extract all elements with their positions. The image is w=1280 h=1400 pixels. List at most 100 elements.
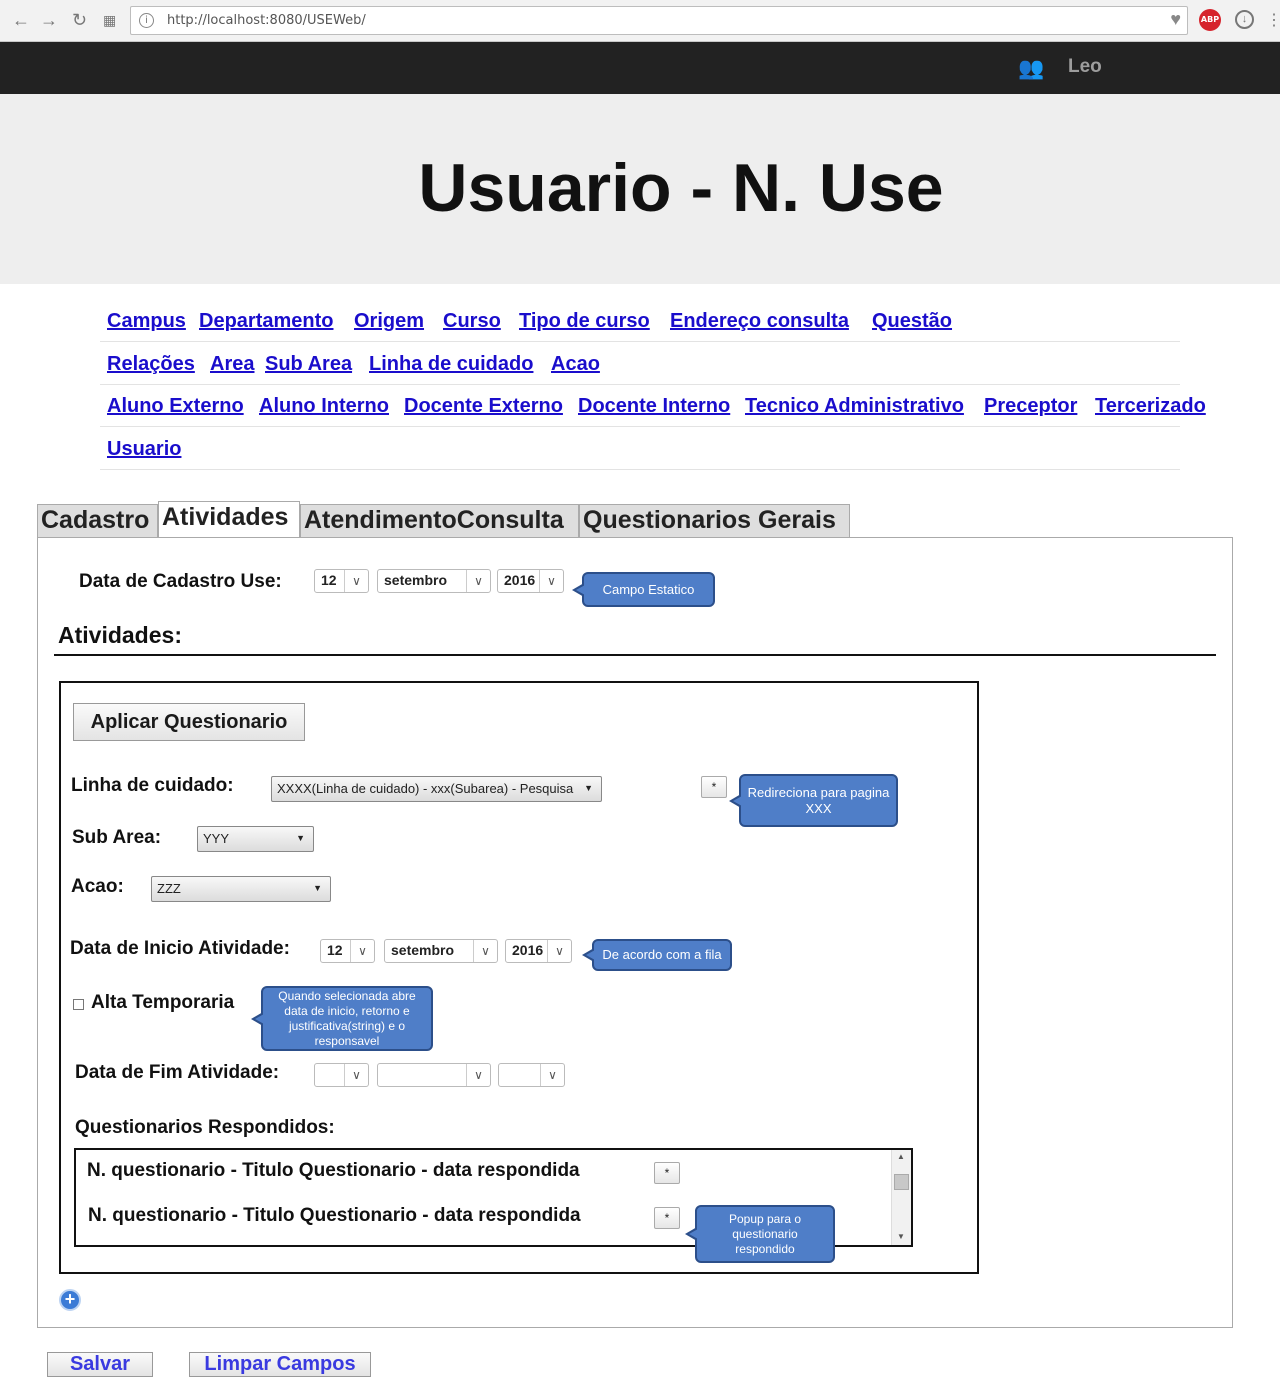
data-cadastro-day-select[interactable]: 12 ∨ (314, 569, 369, 593)
nav-link-tipo-de-curso[interactable]: Tipo de curso (519, 310, 650, 333)
callout-fila: De acordo com a fila (582, 939, 732, 971)
data-fim-month-select[interactable]: ∨ (377, 1063, 491, 1087)
data-cadastro-label: Data de Cadastro Use: (79, 571, 282, 592)
dropdown-arrow-icon: ▼ (584, 783, 593, 793)
nav-link-endereco-consulta[interactable]: Endereço consulta (670, 310, 849, 333)
chevron-down-icon: ∨ (466, 1064, 490, 1086)
data-cadastro-year-select[interactable]: 2016 ∨ (497, 569, 564, 593)
tab-atendimento-consulta[interactable]: AtendimentoConsulta (300, 504, 579, 538)
nav-link-tercerizado[interactable]: Tercerizado (1095, 395, 1206, 418)
alta-temporaria-label: Alta Temporaria (91, 992, 235, 1013)
chevron-down-icon: ∨ (466, 570, 490, 592)
callout-redireciona: Redireciona para pagina XXX (729, 774, 898, 827)
nav-link-docente-interno[interactable]: Docente Interno (578, 395, 730, 418)
nav-link-questao[interactable]: Questão (872, 310, 952, 333)
subarea-select[interactable]: YYY ▼ (197, 826, 314, 852)
adblock-icon[interactable]: ABP (1199, 9, 1221, 31)
nav-link-origem[interactable]: Origem (354, 310, 424, 333)
chevron-down-icon: ∨ (350, 940, 374, 962)
url-text: http://localhost:8080/USEWeb/ (167, 13, 366, 28)
chevron-down-icon: ∨ (473, 940, 497, 962)
section-title-atividades: Atividades: (58, 622, 182, 648)
linha-cuidado-select[interactable]: XXXX(Linha de cuidado) - xxx(Subarea) - … (271, 776, 602, 802)
alta-temporaria-checkbox[interactable] (73, 999, 84, 1010)
nav-link-docente-externo[interactable]: Docente Externo (404, 395, 563, 418)
apps-grid-icon[interactable]: ▦ (103, 10, 116, 30)
questionarios-list: N. questionario - Titulo Questionario - … (74, 1148, 913, 1263)
nav-link-relacoes[interactable]: Relações (107, 353, 195, 376)
nav-link-area[interactable]: Area (210, 353, 254, 376)
download-icon[interactable]: ↓ (1235, 10, 1254, 29)
questionario-popup-button[interactable]: * (654, 1207, 680, 1229)
chevron-down-icon: ∨ (539, 570, 563, 592)
acao-select[interactable]: ZZZ ▼ (151, 876, 331, 902)
nav-link-linha-de-cuidado[interactable]: Linha de cuidado (369, 353, 533, 376)
back-arrow-icon[interactable]: ← (12, 10, 30, 30)
data-fim-label: Data de Fim Atividade: (75, 1062, 280, 1083)
dropdown-arrow-icon: ▼ (313, 883, 322, 893)
dropdown-arrow-icon: ▼ (296, 833, 305, 843)
chevron-down-icon: ∨ (344, 570, 368, 592)
data-inicio-year-select[interactable]: 2016 ∨ (505, 939, 572, 963)
callout-popup: Popup para o questionario respondido (685, 1205, 835, 1263)
linha-redirect-button[interactable]: * (701, 776, 727, 798)
section-divider (54, 654, 1216, 656)
menu-icon[interactable]: ⋮ (1266, 10, 1280, 30)
callout-alta-temporaria: Quando selecionada abre data de inicio, … (251, 986, 433, 1051)
page-header: Usuario - N. Use (0, 94, 1280, 284)
data-fim-day-select[interactable]: ∨ (314, 1063, 369, 1087)
tab-atividades[interactable]: Atividades (158, 501, 300, 538)
forward-arrow-icon[interactable]: → (40, 10, 58, 30)
tab-cadastro[interactable]: Cadastro (37, 504, 158, 538)
nav-link-curso[interactable]: Curso (443, 310, 501, 333)
users-icon: 👥 (1018, 57, 1045, 80)
chevron-down-icon: ∨ (540, 1064, 564, 1086)
scroll-down-icon[interactable]: ▼ (897, 1232, 905, 1241)
data-cadastro-month-select[interactable]: setembro ∨ (377, 569, 491, 593)
subarea-label: Sub Area: (72, 827, 162, 848)
reload-icon[interactable]: ↻ (72, 10, 87, 30)
data-inicio-label: Data de Inicio Atividade: (70, 938, 290, 959)
app-topbar: 👥 Leo (0, 42, 1280, 94)
nav-link-usuario[interactable]: Usuario (107, 438, 181, 461)
nav-link-departamento[interactable]: Departamento (199, 310, 333, 333)
browser-toolbar: ← → ↻ ▦ i http://localhost:8080/USEWeb/ … (0, 0, 1280, 42)
nav-row-3: Aluno Externo Aluno Interno Docente Exte… (100, 385, 1206, 427)
scroll-up-icon[interactable]: ▲ (897, 1152, 905, 1161)
nav-link-sub-area[interactable]: Sub Area (265, 353, 352, 376)
nav-link-tecnico-administrativo[interactable]: Tecnico Administrativo (745, 395, 964, 418)
questionario-popup-button[interactable]: * (654, 1162, 680, 1184)
salvar-button[interactable]: Salvar (47, 1352, 153, 1377)
nav-row-4: Usuario (100, 428, 1180, 470)
nav-row-2: Relações Area Sub Area Linha de cuidado … (100, 343, 1180, 385)
callout-campo-estatico: Campo Estatico (572, 572, 715, 607)
data-fim-year-select[interactable]: ∨ (498, 1063, 565, 1087)
user-name[interactable]: Leo (1068, 56, 1102, 78)
nav-link-campus[interactable]: Campus (107, 310, 186, 333)
scrollbar[interactable]: ▲ ▼ (891, 1150, 911, 1245)
atividade-box: Aplicar Questionario Linha de cuidado: X… (59, 681, 979, 1274)
scrollbar-thumb[interactable] (894, 1174, 909, 1190)
nav-link-aluno-interno[interactable]: Aluno Interno (259, 395, 389, 418)
list-item: N. questionario - Titulo Questionario - … (88, 1205, 581, 1226)
data-inicio-day-select[interactable]: 12 ∨ (320, 939, 375, 963)
tab-panel-atividades: Data de Cadastro Use: 12 ∨ setembro ∨ 2016… (37, 537, 1233, 1328)
acao-label: Acao: (71, 876, 124, 897)
chevron-down-icon: ∨ (344, 1064, 368, 1086)
nav-link-aluno-externo[interactable]: Aluno Externo (107, 395, 244, 418)
nav-link-acao[interactable]: Acao (551, 353, 600, 376)
site-info-icon[interactable]: i (139, 13, 154, 28)
bookmark-heart-icon[interactable]: ♥ (1170, 9, 1181, 30)
data-inicio-month-select[interactable]: setembro ∨ (384, 939, 498, 963)
linha-cuidado-label: Linha de cuidado: (71, 775, 234, 796)
address-bar[interactable]: i http://localhost:8080/USEWeb/ ♥ (130, 6, 1188, 35)
aplicar-questionario-button[interactable]: Aplicar Questionario (73, 703, 305, 741)
limpar-campos-button[interactable]: Limpar Campos (189, 1352, 371, 1377)
page-title: Usuario - N. Use (418, 150, 944, 226)
nav-row-1: Campus Departamento Origem Curso Tipo de… (100, 300, 1180, 342)
add-atividade-icon[interactable]: + (59, 1289, 81, 1311)
nav-link-preceptor[interactable]: Preceptor (984, 395, 1077, 418)
tab-questionarios-gerais[interactable]: Questionarios Gerais (579, 504, 850, 538)
questionarios-label: Questionarios Respondidos: (75, 1117, 335, 1138)
chevron-down-icon: ∨ (547, 940, 571, 962)
